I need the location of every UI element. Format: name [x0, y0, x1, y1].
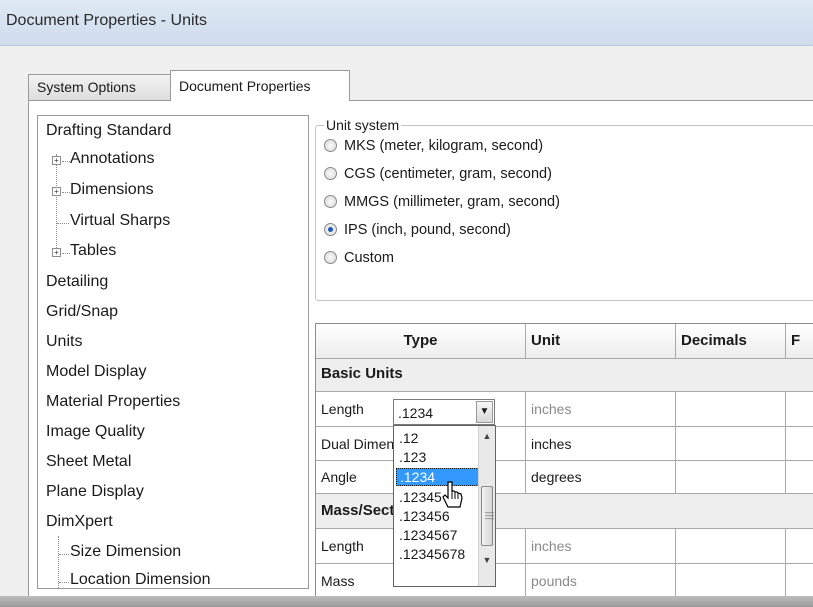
- dropdown-option[interactable]: .123: [396, 449, 479, 467]
- tree-item-sheet-metal[interactable]: Sheet Metal: [46, 453, 131, 471]
- scroll-down-icon[interactable]: ▼: [479, 552, 495, 568]
- radio-icon[interactable]: [324, 167, 337, 180]
- row-length-fractions[interactable]: [786, 392, 813, 427]
- units-table: Type Unit Decimals F Basic Units Length …: [315, 323, 813, 607]
- scrollbar-thumb[interactable]: — — —: [481, 486, 494, 546]
- tree-item-dimxpert[interactable]: DimXpert: [46, 513, 113, 531]
- window-bottom-edge: [0, 596, 813, 607]
- dropdown-option[interactable]: .1234567: [396, 527, 479, 545]
- row-mass-length-fractions[interactable]: [786, 529, 813, 564]
- tree-connector: [62, 161, 70, 162]
- document-properties-window: Document Properties - Units System Optio…: [0, 0, 813, 607]
- radio-mks[interactable]: MKS (meter, kilogram, second): [324, 138, 543, 154]
- row-angle-decimals[interactable]: [676, 461, 786, 494]
- tree-item-virtual-sharps[interactable]: Virtual Sharps: [70, 212, 170, 230]
- tree-item-grid-snap[interactable]: Grid/Snap: [46, 303, 118, 321]
- radio-checked-icon[interactable]: [324, 223, 337, 236]
- tree-item-model-display[interactable]: Model Display: [46, 363, 146, 381]
- radio-cgs-label: CGS (centimeter, gram, second): [344, 166, 552, 182]
- radio-mmgs[interactable]: MMGS (millimeter, gram, second): [324, 194, 560, 210]
- tree-item-drafting-standard[interactable]: Drafting Standard: [46, 122, 171, 140]
- tab-system-options[interactable]: System Options: [28, 74, 172, 100]
- section-mass-properties: Mass/Section Properties: [316, 494, 813, 529]
- row-angle-fractions[interactable]: [786, 461, 813, 494]
- unit-system-label: Unit system: [324, 117, 402, 133]
- tree-connector: [62, 192, 70, 193]
- scroll-up-icon[interactable]: ▲: [479, 428, 495, 444]
- dropdown-option[interactable]: .12: [396, 430, 479, 448]
- options-tree[interactable]: Drafting Standard + Annotations + Dimens…: [37, 115, 309, 589]
- grip-icon: — — —: [485, 507, 494, 523]
- header-type: Type: [316, 324, 526, 359]
- row-dual-decimals[interactable]: [676, 427, 786, 461]
- header-fractions: F: [786, 324, 813, 359]
- tree-connector: [59, 554, 69, 555]
- tree-item-material-properties[interactable]: Material Properties: [46, 393, 180, 411]
- tree-item-image-quality[interactable]: Image Quality: [46, 423, 145, 441]
- tree-connector: [57, 223, 69, 224]
- tree-item-tables[interactable]: Tables: [70, 242, 116, 260]
- radio-ips-label: IPS (inch, pound, second): [344, 222, 511, 238]
- tree-item-size-dimension[interactable]: Size Dimension: [70, 543, 181, 561]
- row-dual-fractions[interactable]: [786, 427, 813, 461]
- tree-item-plane-display[interactable]: Plane Display: [46, 483, 144, 501]
- tree-item-location-dimension[interactable]: Location Dimension: [70, 571, 211, 588]
- row-mass-length-decimals[interactable]: [676, 529, 786, 564]
- plus-box-icon[interactable]: +: [52, 156, 61, 165]
- dropdown-option[interactable]: .12345678: [396, 546, 479, 564]
- unit-system-group: Unit system MKS (meter, kilogram, second…: [315, 117, 813, 301]
- tree-item-dimensions[interactable]: Dimensions: [70, 181, 154, 199]
- row-angle-unit[interactable]: degrees: [526, 461, 676, 494]
- radio-cgs[interactable]: CGS (centimeter, gram, second): [324, 166, 552, 182]
- row-mass-length-unit[interactable]: inches: [526, 529, 676, 564]
- tree-item-detailing[interactable]: Detailing: [46, 273, 108, 291]
- header-decimals: Decimals: [676, 324, 786, 359]
- decimals-combo-value: .1234: [398, 405, 434, 421]
- radio-custom[interactable]: Custom: [324, 250, 394, 266]
- header-unit: Unit: [526, 324, 676, 359]
- tab-content-panel: Drafting Standard + Annotations + Dimens…: [28, 100, 813, 607]
- radio-icon[interactable]: [324, 251, 337, 264]
- decimals-combo[interactable]: .1234 ▼: [393, 399, 495, 425]
- row-mass-unit[interactable]: pounds: [526, 564, 676, 599]
- plus-box-icon[interactable]: +: [52, 248, 61, 257]
- row-mass-decimals[interactable]: [676, 564, 786, 599]
- chevron-down-icon[interactable]: ▼: [476, 401, 493, 423]
- radio-ips[interactable]: IPS (inch, pound, second): [324, 222, 511, 238]
- radio-custom-label: Custom: [344, 250, 394, 266]
- plus-box-icon[interactable]: +: [52, 187, 61, 196]
- row-mass-fractions[interactable]: [786, 564, 813, 599]
- radio-icon[interactable]: [324, 139, 337, 152]
- dropdown-scrollbar[interactable]: ▲ — — — ▼: [478, 426, 495, 586]
- tab-document-properties[interactable]: Document Properties: [170, 70, 350, 101]
- tree-item-annotations[interactable]: Annotations: [70, 150, 155, 168]
- radio-mmgs-label: MMGS (millimeter, gram, second): [344, 194, 560, 210]
- window-title: Document Properties - Units: [6, 12, 207, 29]
- title-bar: Document Properties - Units: [0, 0, 813, 46]
- tree-item-units[interactable]: Units: [46, 333, 82, 351]
- radio-icon[interactable]: [324, 195, 337, 208]
- tree-connector: [56, 154, 57, 250]
- tree-connector: [59, 582, 69, 583]
- row-length-unit[interactable]: inches: [526, 392, 676, 427]
- tree-connector: [62, 253, 70, 254]
- section-basic-units: Basic Units: [316, 359, 813, 392]
- row-length-decimals: [676, 392, 786, 427]
- row-dual-unit[interactable]: inches: [526, 427, 676, 461]
- mouse-pointer-icon: [442, 481, 463, 508]
- radio-mks-label: MKS (meter, kilogram, second): [344, 138, 544, 154]
